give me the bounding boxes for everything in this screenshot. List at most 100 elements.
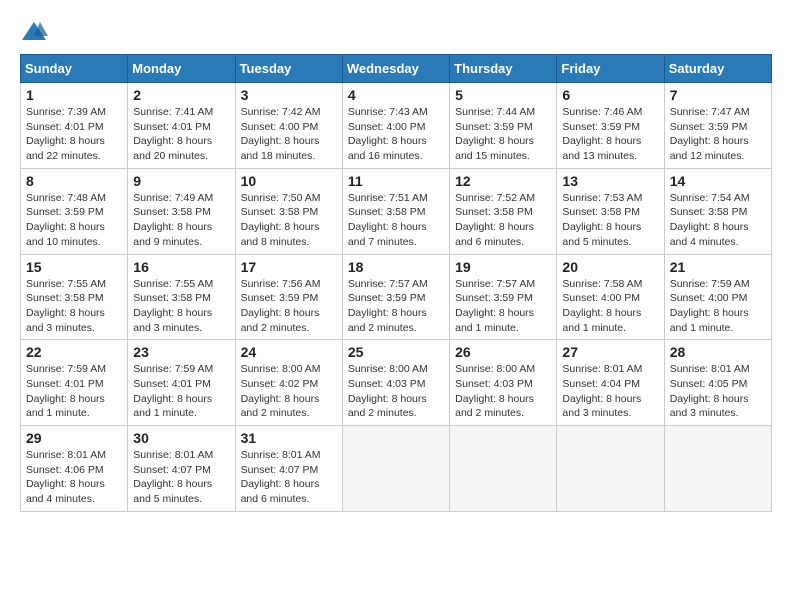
calendar-cell: 12 Sunrise: 7:52 AM Sunset: 3:58 PM Dayli… (450, 168, 557, 254)
day-number: 13 (562, 173, 658, 189)
calendar-cell: 14Sunrise: 7:54 AM Sunset: 3:58 PM Dayli… (664, 168, 771, 254)
calendar-cell: 6Sunrise: 7:46 AM Sunset: 3:59 PM Daylig… (557, 83, 664, 169)
day-number: 11 (348, 173, 444, 189)
cell-content: Sunrise: 7:59 AM Sunset: 4:01 PM Dayligh… (133, 362, 229, 421)
day-number: 5 (455, 87, 551, 103)
calendar-cell: 20Sunrise: 7:58 AM Sunset: 4:00 PM Dayli… (557, 254, 664, 340)
calendar-cell: 3 Sunrise: 7:42 AM Sunset: 4:00 PM Daylig… (235, 83, 342, 169)
calendar-cell: 10 Sunrise: 7:50 AM Sunset: 3:58 PM Dayli… (235, 168, 342, 254)
header (20, 20, 772, 44)
cell-content: Sunrise: 7:55 AM Sunset: 3:58 PM Dayligh… (133, 277, 229, 336)
cell-content: Sunrise: 7:41 AM Sunset: 4:01 PM Dayligh… (133, 105, 229, 164)
cell-content: Sunrise: 7:49 AM Sunset: 3:58 PM Dayligh… (133, 191, 229, 250)
calendar-week-3: 15 Sunrise: 7:55 AM Sunset: 3:58 PM Dayli… (21, 254, 772, 340)
calendar-cell: 1 Sunrise: 7:39 AM Sunset: 4:01 PM Daylig… (21, 83, 128, 169)
day-number: 9 (133, 173, 229, 189)
cell-content: Sunrise: 8:01 AM Sunset: 4:04 PM Dayligh… (562, 362, 658, 421)
day-number: 18 (348, 259, 444, 275)
calendar-cell: 11 Sunrise: 7:51 AM Sunset: 3:58 PM Dayli… (342, 168, 449, 254)
cell-content: Sunrise: 7:42 AM Sunset: 4:00 PM Dayligh… (241, 105, 337, 164)
cell-content: Sunrise: 7:59 AM Sunset: 4:01 PM Dayligh… (26, 362, 122, 421)
day-number: 8 (26, 173, 122, 189)
cell-content: Sunrise: 7:50 AM Sunset: 3:58 PM Dayligh… (241, 191, 337, 250)
calendar-cell: 4 Sunrise: 7:43 AM Sunset: 4:00 PM Daylig… (342, 83, 449, 169)
calendar-cell: 13 Sunrise: 7:53 AM Sunset: 3:58 PM Dayli… (557, 168, 664, 254)
calendar-cell: 19Sunrise: 7:57 AM Sunset: 3:59 PM Dayli… (450, 254, 557, 340)
calendar-cell: 31 Sunrise: 8:01 AM Sunset: 4:07 PM Dayli… (235, 426, 342, 512)
cell-content: Sunrise: 7:55 AM Sunset: 3:58 PM Dayligh… (26, 277, 122, 336)
calendar-header-monday: Monday (128, 55, 235, 83)
calendar-cell: 8 Sunrise: 7:48 AM Sunset: 3:59 PM Daylig… (21, 168, 128, 254)
day-number: 3 (241, 87, 337, 103)
cell-content: Sunrise: 7:52 AM Sunset: 3:58 PM Dayligh… (455, 191, 551, 250)
day-number: 14 (670, 173, 766, 189)
calendar-cell (664, 426, 771, 512)
calendar-cell: 29 Sunrise: 8:01 AM Sunset: 4:06 PM Dayli… (21, 426, 128, 512)
cell-content: Sunrise: 7:43 AM Sunset: 4:00 PM Dayligh… (348, 105, 444, 164)
cell-content: Sunrise: 7:44 AM Sunset: 3:59 PM Dayligh… (455, 105, 551, 164)
day-number: 17 (241, 259, 337, 275)
day-number: 10 (241, 173, 337, 189)
calendar-cell: 27 Sunrise: 8:01 AM Sunset: 4:04 PM Dayli… (557, 340, 664, 426)
cell-content: Sunrise: 7:39 AM Sunset: 4:01 PM Dayligh… (26, 105, 122, 164)
calendar-week-2: 8 Sunrise: 7:48 AM Sunset: 3:59 PM Daylig… (21, 168, 772, 254)
day-number: 12 (455, 173, 551, 189)
calendar-cell: 18 Sunrise: 7:57 AM Sunset: 3:59 PM Dayli… (342, 254, 449, 340)
day-number: 27 (562, 344, 658, 360)
calendar-week-1: 1 Sunrise: 7:39 AM Sunset: 4:01 PM Daylig… (21, 83, 772, 169)
calendar-cell: 21 Sunrise: 7:59 AM Sunset: 4:00 PM Dayli… (664, 254, 771, 340)
day-number: 23 (133, 344, 229, 360)
day-number: 4 (348, 87, 444, 103)
calendar-cell: 9 Sunrise: 7:49 AM Sunset: 3:58 PM Daylig… (128, 168, 235, 254)
logo (20, 20, 52, 44)
calendar-cell: 26 Sunrise: 8:00 AM Sunset: 4:03 PM Dayli… (450, 340, 557, 426)
calendar-header-saturday: Saturday (664, 55, 771, 83)
calendar-cell: 2 Sunrise: 7:41 AM Sunset: 4:01 PM Daylig… (128, 83, 235, 169)
cell-content: Sunrise: 7:47 AM Sunset: 3:59 PM Dayligh… (670, 105, 766, 164)
calendar-cell (450, 426, 557, 512)
calendar-header-tuesday: Tuesday (235, 55, 342, 83)
cell-content: Sunrise: 8:01 AM Sunset: 4:05 PM Dayligh… (670, 362, 766, 421)
calendar-cell: 15 Sunrise: 7:55 AM Sunset: 3:58 PM Dayli… (21, 254, 128, 340)
cell-content: Sunrise: 7:58 AM Sunset: 4:00 PM Dayligh… (562, 277, 658, 336)
cell-content: Sunrise: 7:48 AM Sunset: 3:59 PM Dayligh… (26, 191, 122, 250)
calendar-week-4: 22 Sunrise: 7:59 AM Sunset: 4:01 PM Dayli… (21, 340, 772, 426)
calendar-cell: 24Sunrise: 8:00 AM Sunset: 4:02 PM Dayli… (235, 340, 342, 426)
day-number: 31 (241, 430, 337, 446)
calendar-cell: 16 Sunrise: 7:55 AM Sunset: 3:58 PM Dayli… (128, 254, 235, 340)
calendar-header-thursday: Thursday (450, 55, 557, 83)
day-number: 26 (455, 344, 551, 360)
cell-content: Sunrise: 8:00 AM Sunset: 4:03 PM Dayligh… (455, 362, 551, 421)
calendar-cell: 17 Sunrise: 7:56 AM Sunset: 3:59 PM Dayli… (235, 254, 342, 340)
day-number: 16 (133, 259, 229, 275)
calendar-week-5: 29 Sunrise: 8:01 AM Sunset: 4:06 PM Dayli… (21, 426, 772, 512)
calendar-cell: 25Sunrise: 8:00 AM Sunset: 4:03 PM Dayli… (342, 340, 449, 426)
cell-content: Sunrise: 7:53 AM Sunset: 3:58 PM Dayligh… (562, 191, 658, 250)
day-number: 29 (26, 430, 122, 446)
day-number: 28 (670, 344, 766, 360)
day-number: 22 (26, 344, 122, 360)
cell-content: Sunrise: 7:51 AM Sunset: 3:58 PM Dayligh… (348, 191, 444, 250)
day-number: 19 (455, 259, 551, 275)
calendar-cell: 22 Sunrise: 7:59 AM Sunset: 4:01 PM Dayli… (21, 340, 128, 426)
day-number: 15 (26, 259, 122, 275)
calendar-cell: 23 Sunrise: 7:59 AM Sunset: 4:01 PM Dayli… (128, 340, 235, 426)
day-number: 6 (562, 87, 658, 103)
calendar-header-friday: Friday (557, 55, 664, 83)
day-number: 2 (133, 87, 229, 103)
calendar-cell: 30Sunrise: 8:01 AM Sunset: 4:07 PM Dayli… (128, 426, 235, 512)
cell-content: Sunrise: 8:01 AM Sunset: 4:07 PM Dayligh… (133, 448, 229, 507)
cell-content: Sunrise: 7:57 AM Sunset: 3:59 PM Dayligh… (348, 277, 444, 336)
calendar-header-wednesday: Wednesday (342, 55, 449, 83)
logo-icon (20, 20, 48, 44)
calendar-header-sunday: Sunday (21, 55, 128, 83)
day-number: 7 (670, 87, 766, 103)
day-number: 1 (26, 87, 122, 103)
calendar-cell (342, 426, 449, 512)
day-number: 21 (670, 259, 766, 275)
cell-content: Sunrise: 7:56 AM Sunset: 3:59 PM Dayligh… (241, 277, 337, 336)
cell-content: Sunrise: 8:00 AM Sunset: 4:03 PM Dayligh… (348, 362, 444, 421)
cell-content: Sunrise: 7:59 AM Sunset: 4:00 PM Dayligh… (670, 277, 766, 336)
cell-content: Sunrise: 8:01 AM Sunset: 4:06 PM Dayligh… (26, 448, 122, 507)
cell-content: Sunrise: 8:01 AM Sunset: 4:07 PM Dayligh… (241, 448, 337, 507)
